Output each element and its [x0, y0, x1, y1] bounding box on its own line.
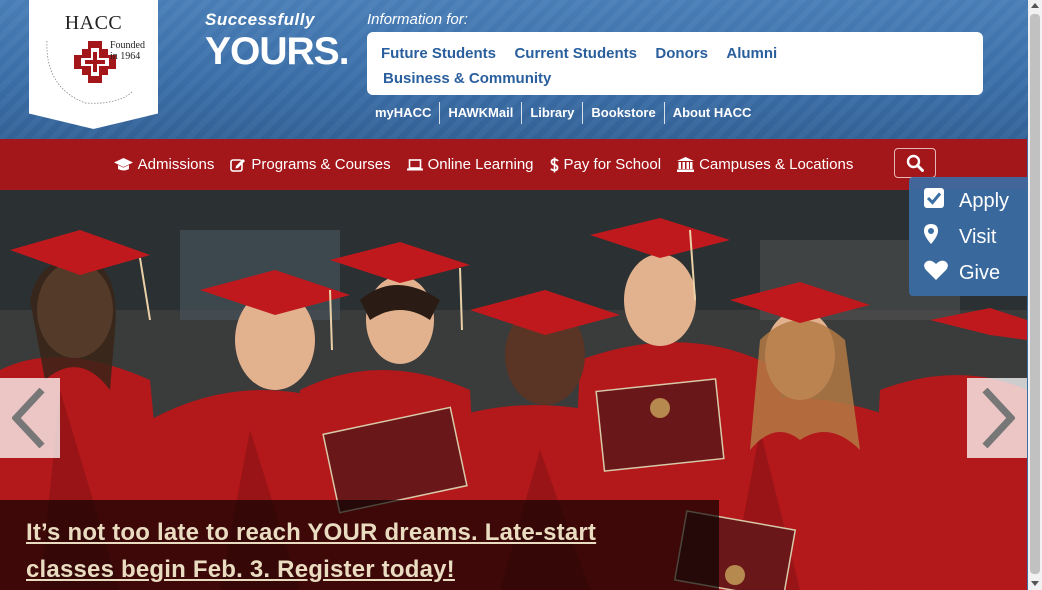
scroll-up-arrow-icon[interactable]	[1031, 3, 1039, 8]
nav-online-learning[interactable]: Online Learning	[406, 156, 534, 173]
nav-programs-courses[interactable]: Programs & Courses	[230, 156, 391, 173]
util-link-bookstore[interactable]: Bookstore	[583, 102, 665, 124]
hero-caption-line2: classes begin Feb. 3. Register today!	[26, 556, 455, 583]
map-marker-icon	[924, 224, 938, 244]
hero-caption-line1: It’s not too late to reach YOUR dreams. …	[26, 519, 597, 546]
quick-link-apply-label: Apply	[959, 189, 1010, 212]
dollar-icon	[549, 157, 559, 172]
hero-caption: It’s not too late to reach YOUR dreams. …	[0, 500, 719, 590]
util-link-myhacc[interactable]: myHACC	[367, 102, 441, 124]
main-nav: Admissions Programs & Courses Online Lea…	[0, 139, 1027, 190]
nav-admissions[interactable]: Admissions	[113, 156, 215, 173]
quick-links-panel: Apply Visit Give	[909, 177, 1027, 296]
nav-campuses-locations[interactable]: Campuses & Locations	[677, 156, 853, 173]
search-button[interactable]	[894, 148, 936, 178]
carousel-prev-button[interactable]	[0, 378, 60, 458]
quick-link-give-label: Give	[959, 261, 1001, 284]
carousel-next-button[interactable]	[967, 378, 1027, 458]
heart-icon	[924, 260, 948, 280]
tagline-big: YOURS.	[205, 30, 350, 73]
utility-links: myHACC HAWKMail Library Bookstore About …	[367, 102, 759, 124]
chevron-right-icon	[982, 388, 1015, 448]
scroll-down-arrow-icon[interactable]	[1031, 581, 1039, 586]
quick-link-give[interactable]: Give	[909, 255, 1027, 291]
audience-link-donors[interactable]: Donors	[655, 38, 708, 69]
logo-founded-line1: Founded	[110, 40, 145, 51]
chevron-left-icon	[12, 388, 45, 448]
audience-label: Information for:	[367, 11, 468, 28]
search-icon	[906, 154, 924, 172]
quick-link-visit[interactable]: Visit	[909, 219, 1027, 255]
scrollbar-thumb[interactable]	[1030, 14, 1040, 574]
quick-link-apply[interactable]: Apply	[909, 183, 1027, 219]
tagline: Successfully YOURS.	[205, 10, 350, 73]
bank-icon	[677, 157, 695, 172]
nav-online-label: Online Learning	[427, 156, 534, 173]
nav-pay-for-school[interactable]: Pay for School	[549, 156, 662, 173]
hero-caption-link[interactable]: It’s not too late to reach YOUR dreams. …	[26, 519, 596, 583]
logo-founded-line2: in 1964	[110, 51, 141, 62]
graduation-cap-icon	[113, 157, 133, 170]
hacc-logo[interactable]: HACC Founded in 1964	[29, 0, 158, 129]
nav-programs-label: Programs & Courses	[251, 156, 391, 173]
util-link-library[interactable]: Library	[522, 102, 584, 124]
check-square-icon	[924, 188, 944, 208]
logo-founded: Founded in 1964	[110, 40, 156, 62]
nav-pay-label: Pay for School	[563, 156, 662, 173]
audience-link-alumni[interactable]: Alumni	[726, 38, 777, 69]
quick-link-visit-label: Visit	[959, 225, 997, 248]
laptop-icon	[406, 158, 423, 170]
util-link-hawkmail[interactable]: HAWKMail	[440, 102, 523, 124]
audience-links-box: Future Students Current Students Donors …	[367, 32, 983, 95]
nav-campuses-label: Campuses & Locations	[699, 156, 854, 173]
audience-link-business-community[interactable]: Business & Community	[383, 63, 551, 94]
page-scrollbar[interactable]	[1028, 0, 1042, 590]
pencil-square-icon	[230, 159, 246, 172]
tagline-small: Successfully	[205, 10, 315, 29]
util-link-about-hacc[interactable]: About HACC	[665, 102, 760, 124]
nav-admissions-label: Admissions	[137, 156, 215, 173]
